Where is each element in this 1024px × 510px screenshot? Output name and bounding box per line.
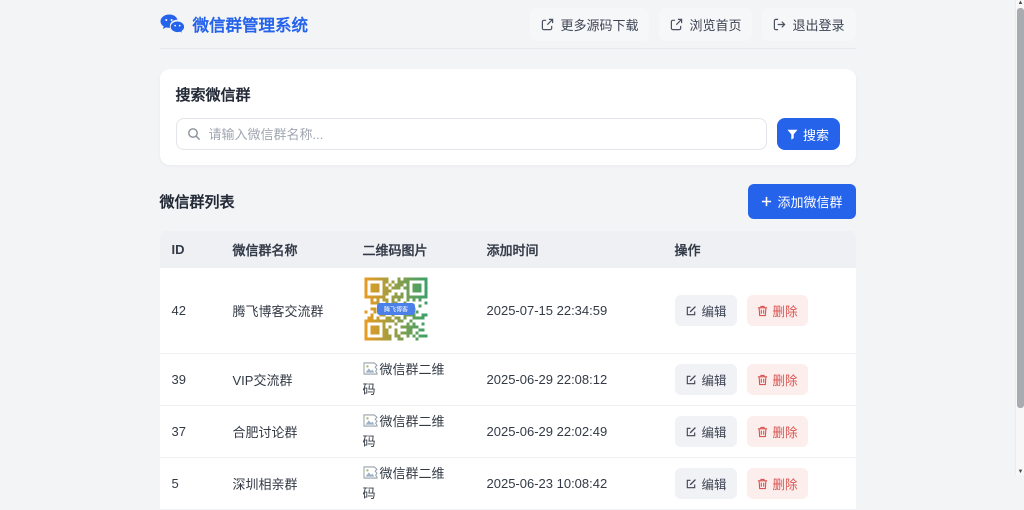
- row-qr-cell: 微信群二维码: [363, 458, 487, 509]
- table-row: 5 深圳相亲群 微信群二维码 2025-06-23 10:08:42 编辑 删除: [159, 458, 856, 510]
- broken-image-icon: [362, 362, 378, 375]
- trash-icon: [757, 374, 768, 386]
- app-logo[interactable]: 微信群管理系统: [160, 12, 309, 36]
- row-id: 39: [171, 372, 186, 387]
- column-header-qr: 二维码图片: [362, 243, 428, 258]
- row-actions: 编辑 删除: [674, 295, 856, 326]
- row-qr-cell: 腾飞博客: [362, 268, 487, 353]
- delete-button[interactable]: 删除: [746, 364, 808, 395]
- row-added-time: 2025-07-15 22:34:59: [486, 303, 608, 318]
- external-link-icon: [670, 18, 683, 31]
- broken-image-icon: [362, 414, 378, 427]
- column-header-added: 添加时间: [486, 243, 539, 258]
- edit-pencil-icon: [685, 305, 697, 317]
- row-actions: 编辑 删除: [674, 364, 856, 395]
- broken-image-placeholder: 微信群二维码: [363, 360, 457, 399]
- qr-badge-text: 腾飞博客: [383, 306, 407, 314]
- list-title: 微信群列表: [159, 194, 235, 211]
- page: 微信群管理系统 更多源码下载 浏览首页 退出登录 搜索微信群 请输入微信群名称.…: [0, 0, 1015, 510]
- header-nav: 更多源码下载 浏览首页 退出登录: [530, 7, 856, 41]
- edit-pencil-icon: [685, 478, 697, 490]
- delete-button-label: 删除: [772, 478, 798, 492]
- logout-icon: [773, 18, 786, 31]
- scrollbar[interactable]: ▲ ▼: [1015, 0, 1024, 475]
- nav-link-label: 更多源码下载: [560, 17, 639, 33]
- qr-code-image: 腾飞博客: [362, 274, 429, 344]
- column-header-id: ID: [171, 242, 185, 257]
- row-id: 42: [171, 303, 186, 318]
- edit-pencil-icon: [685, 374, 697, 386]
- table-row: 42 腾飞博客交流群 腾飞博客 2025-07-15 22:34:59 编辑 删…: [159, 268, 856, 354]
- edit-button-label: 编辑: [701, 478, 727, 492]
- edit-button[interactable]: 编辑: [674, 295, 737, 326]
- nav-browse-home[interactable]: 浏览首页: [659, 7, 753, 41]
- column-header-actions: 操作: [674, 243, 701, 258]
- delete-button[interactable]: 删除: [746, 416, 808, 447]
- edit-button-label: 编辑: [701, 426, 727, 440]
- trash-icon: [757, 305, 768, 317]
- trash-icon: [757, 478, 768, 490]
- main-container: 微信群管理系统 更多源码下载 浏览首页 退出登录 搜索微信群 请输入微信群名称.…: [159, 0, 856, 510]
- edit-button[interactable]: 编辑: [674, 468, 737, 499]
- list-header: 微信群列表 添加微信群: [160, 184, 856, 219]
- row-name: 深圳相亲群: [232, 477, 298, 492]
- row-added-time: 2025-06-29 22:02:49: [486, 424, 608, 439]
- delete-button-label: 删除: [772, 374, 798, 388]
- plus-icon: [761, 196, 772, 207]
- groups-table: ID 微信群名称 二维码图片 添加时间 操作 42 腾飞博客交流群 腾飞博客 2…: [159, 231, 856, 510]
- row-qr-cell: 微信群二维码: [363, 406, 487, 457]
- search-card-title: 搜索微信群: [175, 87, 251, 104]
- add-group-button-label: 添加微信群: [777, 195, 843, 210]
- broken-image-placeholder: 微信群二维码: [363, 464, 457, 503]
- edit-button-label: 编辑: [701, 305, 727, 319]
- search-button-label: 搜索: [802, 127, 829, 143]
- edit-button-label: 编辑: [701, 374, 727, 388]
- app-title: 微信群管理系统: [192, 17, 309, 35]
- row-added-time: 2025-06-29 22:08:12: [486, 372, 608, 387]
- row-id: 37: [171, 424, 186, 439]
- search-card: 搜索微信群 请输入微信群名称... 搜索: [159, 69, 856, 165]
- search-button[interactable]: 搜索: [776, 118, 840, 150]
- search-input[interactable]: [208, 126, 756, 142]
- row-qr-cell: 微信群二维码: [363, 354, 487, 405]
- edit-button[interactable]: 编辑: [674, 416, 737, 447]
- trash-icon: [757, 426, 768, 438]
- search-input-wrap: [175, 118, 767, 150]
- row-name: 合肥讨论群: [232, 425, 298, 440]
- delete-button-label: 删除: [772, 305, 798, 319]
- scrollbar-up-arrow[interactable]: ▲: [1016, 0, 1024, 7]
- broken-image-placeholder: 微信群二维码: [363, 412, 457, 451]
- external-link-icon: [541, 18, 554, 31]
- delete-button-label: 删除: [772, 426, 798, 440]
- delete-button[interactable]: 删除: [746, 295, 808, 326]
- row-actions: 编辑 删除: [674, 468, 856, 499]
- nav-more-source-download[interactable]: 更多源码下载: [530, 7, 650, 41]
- nav-link-label: 浏览首页: [689, 17, 742, 33]
- search-icon: [187, 127, 201, 141]
- edit-button[interactable]: 编辑: [674, 364, 737, 395]
- broken-image-icon: [362, 466, 378, 479]
- column-header-name: 微信群名称: [232, 243, 298, 258]
- filter-funnel-icon: [787, 129, 798, 140]
- nav-logout[interactable]: 退出登录: [762, 7, 856, 41]
- delete-button[interactable]: 删除: [746, 468, 808, 499]
- wechat-comments-icon: [160, 14, 185, 34]
- table-header-row: ID 微信群名称 二维码图片 添加时间 操作: [159, 231, 856, 268]
- table-row: 37 合肥讨论群 微信群二维码 2025-06-29 22:02:49 编辑 删…: [159, 406, 856, 458]
- scrollbar-thumb[interactable]: [1017, 8, 1024, 408]
- nav-link-label: 退出登录: [792, 17, 845, 33]
- add-group-button[interactable]: 添加微信群: [748, 184, 856, 219]
- row-name: 腾飞博客交流群: [232, 304, 324, 319]
- table-body: 42 腾飞博客交流群 腾飞博客 2025-07-15 22:34:59 编辑 删…: [159, 268, 856, 510]
- table-row: 39 VIP交流群 微信群二维码 2025-06-29 22:08:12 编辑: [159, 354, 856, 406]
- row-added-time: 2025-06-23 10:08:42: [486, 476, 608, 491]
- row-name: VIP交流群: [232, 373, 293, 388]
- row-id: 5: [171, 476, 179, 491]
- app-header: 微信群管理系统 更多源码下载 浏览首页 退出登录: [159, 0, 856, 49]
- edit-pencil-icon: [685, 426, 697, 438]
- search-row: 搜索: [175, 118, 840, 150]
- row-actions: 编辑 删除: [674, 416, 856, 447]
